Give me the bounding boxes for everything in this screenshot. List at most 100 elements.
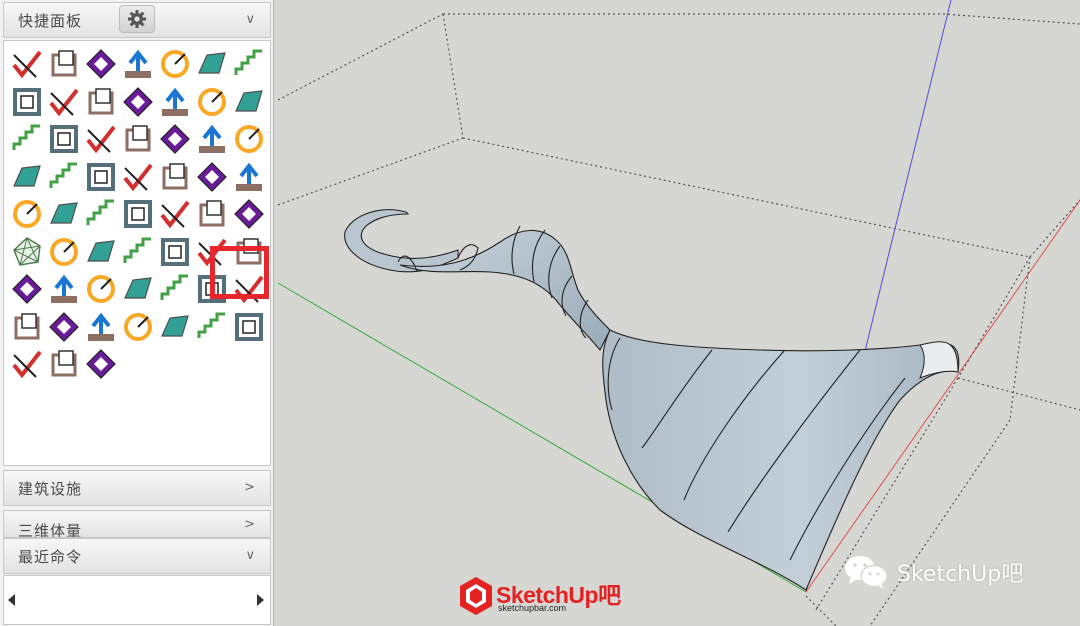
recent-commands-header[interactable]: 最近命令 ∨ <box>3 538 271 574</box>
polyline-icon <box>86 125 116 154</box>
wood-block-tool[interactable] <box>195 160 229 194</box>
curved-surface-icon <box>125 49 151 78</box>
rail-tool[interactable] <box>47 310 81 344</box>
polyline-tool[interactable] <box>84 122 118 156</box>
blue-shard-tool[interactable] <box>10 347 44 381</box>
lock-shape-tool[interactable] <box>195 122 229 156</box>
green-diamond-tool[interactable] <box>158 272 192 306</box>
red-roll-tool[interactable] <box>47 160 81 194</box>
planes-tool[interactable] <box>158 47 192 81</box>
volume-section-header[interactable]: 三维体量 > <box>3 510 271 538</box>
stairs-icon <box>123 86 153 117</box>
wechat-watermark: SketchUp吧 <box>843 553 1023 591</box>
axis-icon <box>13 164 41 187</box>
push-pull-up-tool[interactable] <box>121 197 155 231</box>
drape-tool[interactable] <box>232 85 266 119</box>
extrude-j-tool[interactable] <box>121 310 155 344</box>
planes-icon <box>161 50 189 78</box>
check-edges-icon <box>51 50 77 77</box>
scroll-left-arrow[interactable] <box>8 594 15 606</box>
axis-tool[interactable] <box>10 160 44 194</box>
horn-inner-lip <box>919 341 959 379</box>
blue-shard-icon <box>12 350 42 379</box>
quick-panel-title: 快捷面板 <box>18 11 83 30</box>
curve-dot-tool[interactable] <box>232 197 266 231</box>
chevron-right-icon[interactable]: > <box>244 517 256 532</box>
wechat-icon <box>845 556 888 589</box>
quad-face-icon <box>88 87 114 114</box>
wood-block-icon <box>197 161 227 192</box>
folder-stack-tool[interactable] <box>47 272 81 306</box>
frame-tool[interactable] <box>84 160 118 194</box>
paint-cone-icon <box>13 200 41 228</box>
chevron-right-icon[interactable]: > <box>244 480 256 495</box>
w-plus-tool[interactable] <box>84 347 118 381</box>
check-edges-tool[interactable] <box>47 47 81 81</box>
horn-surface-model[interactable] <box>344 209 960 591</box>
arc-bridge-tool[interactable] <box>158 160 192 194</box>
grid-tool[interactable] <box>10 122 44 156</box>
architecture-section-header[interactable]: 建筑设施 > <box>3 470 271 506</box>
w-plus-icon <box>86 349 116 379</box>
logo-cube-icon <box>460 577 492 615</box>
wall-tool[interactable] <box>84 197 118 231</box>
corner-tool[interactable] <box>121 160 155 194</box>
ice-cube-icon <box>161 237 189 266</box>
ruler-tool[interactable] <box>158 85 192 119</box>
axes-tool[interactable] <box>10 272 44 306</box>
scroll-right-arrow[interactable] <box>257 594 264 606</box>
chevron-down-icon[interactable]: ∨ <box>245 12 256 27</box>
mirror-icon <box>86 49 116 79</box>
hex-box-icon <box>13 87 41 116</box>
book-tool[interactable] <box>47 197 81 231</box>
mirror-tool[interactable] <box>84 47 118 81</box>
curved-surface-tool[interactable] <box>121 47 155 81</box>
brick-tool[interactable] <box>47 235 81 269</box>
cabinet-icon <box>50 125 78 153</box>
gold-block-tool[interactable] <box>84 235 118 269</box>
gear-button[interactable] <box>119 5 155 33</box>
north-arrow-tool[interactable] <box>158 197 192 231</box>
shell-tool[interactable] <box>195 197 229 231</box>
quad-face-tool[interactable] <box>84 85 118 119</box>
explode-arrows-tool[interactable] <box>47 85 81 119</box>
branch-tool[interactable] <box>84 310 118 344</box>
stairs-tool[interactable] <box>121 85 155 119</box>
sword-icon <box>123 237 151 263</box>
beam-icon <box>235 312 263 341</box>
architecture-section-title: 建筑设施 <box>18 479 83 498</box>
pot-tool[interactable] <box>10 310 44 344</box>
check-lines-tool[interactable] <box>10 47 44 81</box>
triangle-icon <box>125 125 151 152</box>
rotate-cursor-icon <box>197 312 225 338</box>
box-pair-tool[interactable] <box>121 272 155 306</box>
terrain-tool[interactable] <box>195 85 229 119</box>
triangle-tool[interactable] <box>121 122 155 156</box>
rotate-cursor-tool[interactable] <box>195 310 229 344</box>
push-pull-up-icon <box>124 200 152 228</box>
ruler-icon <box>162 87 188 116</box>
spiral-tool[interactable] <box>232 122 266 156</box>
mesh-wireframe-tool[interactable] <box>10 235 44 269</box>
beam-tool[interactable] <box>232 310 266 344</box>
blue-tile-tool[interactable] <box>195 47 229 81</box>
hex-box-tool[interactable] <box>10 85 44 119</box>
chevron-down-icon[interactable]: ∨ <box>245 548 256 563</box>
square-frame-icon <box>236 162 262 191</box>
wall-icon <box>86 199 114 225</box>
red-diamond-tool[interactable] <box>158 122 192 156</box>
cabinet-tool[interactable] <box>47 122 81 156</box>
stove-tool[interactable] <box>158 310 192 344</box>
sword-tool[interactable] <box>121 235 155 269</box>
ice-cube-tool[interactable] <box>158 235 192 269</box>
horn-curl <box>344 209 459 273</box>
square-frame-tool[interactable] <box>232 160 266 194</box>
cursor-arc-tool[interactable] <box>84 272 118 306</box>
frame-icon <box>87 162 115 191</box>
outline-diamond-tool[interactable] <box>47 347 81 381</box>
paint-cone-tool[interactable] <box>10 197 44 231</box>
check-lines-icon <box>12 50 42 79</box>
box-pair-icon <box>124 277 152 299</box>
model-viewport[interactable] <box>275 0 1080 626</box>
green-cubes-tool[interactable] <box>232 47 266 81</box>
